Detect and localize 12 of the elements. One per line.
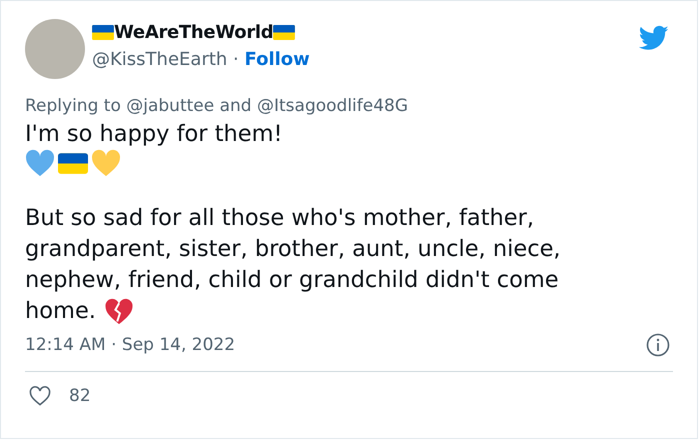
user-handle[interactable]: @KissTheEarth (92, 49, 228, 70)
display-name[interactable]: WeAreTheWorld (114, 22, 274, 43)
tweet-text: nephew, friend, child or grandchild didn't come (25, 266, 559, 295)
follow-link[interactable]: Follow (244, 49, 310, 70)
tweet-text: But so sad for all those who's mother, father, (25, 204, 534, 233)
replying-to-text: Replying to @jabuttee and @Itsagoodlife48G (25, 96, 410, 116)
tweet-text: grandparent, sister, brother, aunt, uncle, niece, (25, 235, 561, 264)
timestamp[interactable]: 12:14 AM · Sep 14, 2022 (25, 335, 236, 355)
tweet-text: home. (25, 297, 96, 326)
like-count: 82 (69, 386, 91, 406)
separator: · (233, 49, 239, 70)
tweet-text: I'm so happy for them! (25, 121, 284, 147)
